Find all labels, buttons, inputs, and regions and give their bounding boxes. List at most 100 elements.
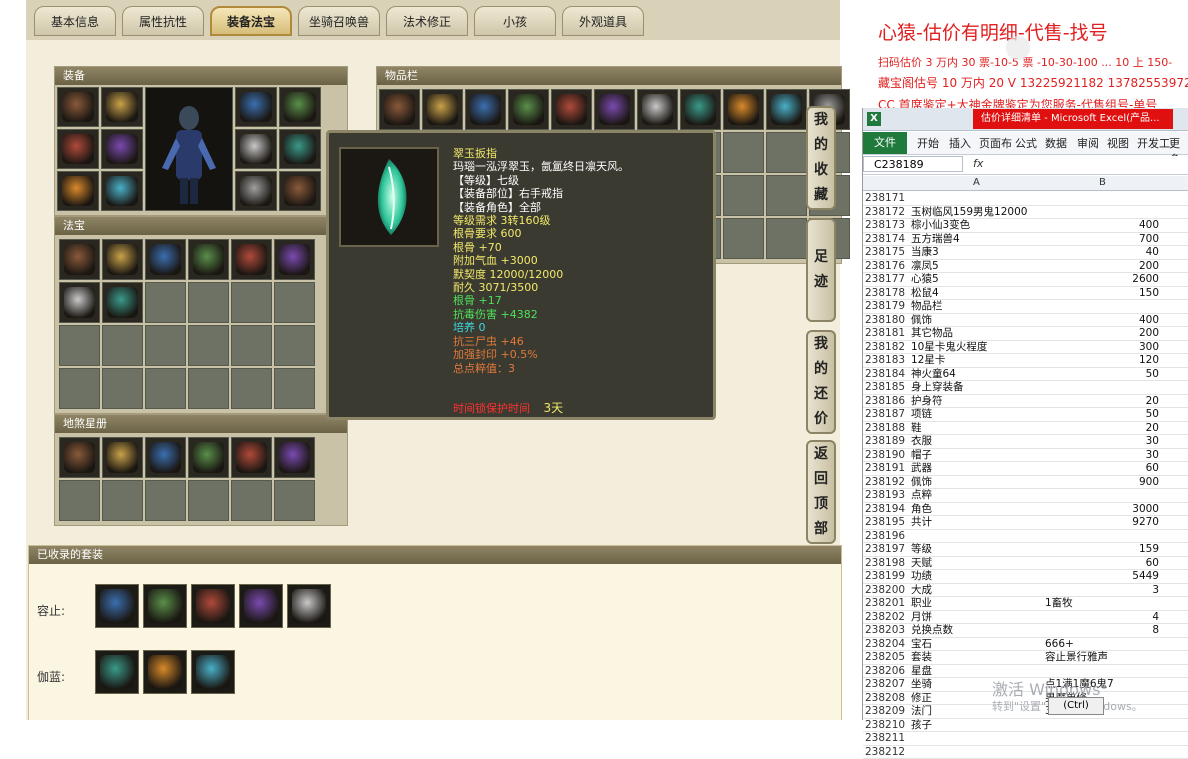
items-slot[interactable] bbox=[723, 175, 764, 216]
sheet-row[interactable]: 238179物品栏 bbox=[863, 300, 1188, 314]
suit-item[interactable] bbox=[191, 584, 235, 628]
cell-a[interactable]: 点粹 bbox=[911, 489, 932, 502]
fabao-slot[interactable] bbox=[231, 325, 272, 366]
cell-b[interactable]: 60 bbox=[1146, 462, 1159, 475]
items-slot[interactable] bbox=[594, 89, 635, 130]
cell-a[interactable]: 松鼠4 bbox=[911, 287, 939, 300]
cell-b[interactable]: 700 bbox=[1139, 233, 1159, 246]
suit-item[interactable] bbox=[287, 584, 331, 628]
cell-a[interactable]: 角色 bbox=[911, 503, 932, 516]
cell-b[interactable]: 30 bbox=[1146, 449, 1159, 462]
sheet-row[interactable]: 238193点粹 bbox=[863, 489, 1188, 503]
cell-b[interactable]: 8 bbox=[1152, 624, 1159, 637]
fabao-slot[interactable] bbox=[274, 239, 315, 280]
equip-slot[interactable] bbox=[101, 129, 143, 169]
cell-a[interactable]: 职业 bbox=[911, 597, 932, 610]
fabao-slot[interactable] bbox=[145, 282, 186, 323]
cell-a[interactable]: 兑换点数 bbox=[911, 624, 953, 637]
cell-a[interactable]: 五方瑞兽4 bbox=[911, 233, 960, 246]
ribbon-tab-9[interactable]: 开发工 bbox=[1137, 135, 1170, 151]
fabao-slot[interactable] bbox=[59, 368, 100, 409]
side-button-1[interactable]: 我的收藏 bbox=[806, 106, 836, 210]
sheet-row[interactable]: 238191武器60 bbox=[863, 462, 1188, 476]
cell-a[interactable]: 衣服 bbox=[911, 435, 932, 448]
equip-slot[interactable] bbox=[57, 87, 99, 127]
ribbon-tab-1[interactable]: 文件 bbox=[863, 132, 907, 154]
cell-b[interactable]: 3 bbox=[1152, 584, 1159, 597]
dilian-slot[interactable] bbox=[59, 437, 100, 478]
cell-b[interactable]: 666+ bbox=[1045, 638, 1074, 651]
fabao-slot[interactable] bbox=[231, 282, 272, 323]
fabao-slot[interactable] bbox=[145, 239, 186, 280]
tab-6[interactable]: 小孩 bbox=[474, 6, 556, 36]
equip-slot[interactable] bbox=[235, 171, 277, 211]
sheet-row[interactable]: 238173棕小仙3变色400 bbox=[863, 219, 1188, 233]
side-button-4[interactable]: 返回顶部 bbox=[806, 440, 836, 544]
sheet-row[interactable]: 23818312星卡120 bbox=[863, 354, 1188, 368]
fabao-slot[interactable] bbox=[102, 325, 143, 366]
items-slot[interactable] bbox=[723, 132, 764, 173]
cell-a[interactable]: 当康3 bbox=[911, 246, 939, 259]
cell-a[interactable]: 玉树临风159男鬼12000 bbox=[911, 206, 1027, 219]
equip-slot[interactable] bbox=[279, 129, 321, 169]
dilian-slot[interactable] bbox=[274, 480, 315, 521]
cell-a[interactable]: 宝石 bbox=[911, 638, 932, 651]
items-slot[interactable] bbox=[465, 89, 506, 130]
cell-a[interactable]: 护身符 bbox=[911, 395, 943, 408]
cell-b[interactable]: 40 bbox=[1146, 246, 1159, 259]
suit-item[interactable] bbox=[95, 650, 139, 694]
cell-a[interactable]: 佩饰 bbox=[911, 476, 932, 489]
equip-slot[interactable] bbox=[235, 129, 277, 169]
fabao-slot[interactable] bbox=[145, 325, 186, 366]
fx-icon[interactable]: fx bbox=[973, 157, 983, 170]
fabao-slot[interactable] bbox=[102, 368, 143, 409]
sheet-row[interactable]: 238189衣服30 bbox=[863, 435, 1188, 449]
fabao-slot[interactable] bbox=[59, 325, 100, 366]
suit-item[interactable] bbox=[239, 584, 283, 628]
fabao-slot[interactable] bbox=[188, 325, 229, 366]
cell-a[interactable]: 武器 bbox=[911, 462, 932, 475]
cell-a[interactable]: 10星卡鬼火程度 bbox=[911, 341, 987, 354]
sheet-row[interactable]: 238212 bbox=[863, 746, 1188, 759]
dilian-slot[interactable] bbox=[145, 480, 186, 521]
equip-slot[interactable] bbox=[279, 171, 321, 211]
sheet-row[interactable]: 238203兑换点数8 bbox=[863, 624, 1188, 638]
ribbon-tab-5[interactable]: 公式 bbox=[1015, 135, 1037, 151]
fabao-slot[interactable] bbox=[274, 282, 315, 323]
cell-b[interactable]: 120 bbox=[1139, 354, 1159, 367]
tab-4[interactable]: 坐骑召唤兽 bbox=[298, 6, 380, 36]
suit-item[interactable] bbox=[143, 650, 187, 694]
suit-item[interactable] bbox=[191, 650, 235, 694]
cell-a[interactable]: 共计 bbox=[911, 516, 932, 529]
sheet-row[interactable]: 238197等级159 bbox=[863, 543, 1188, 557]
sheet-row[interactable]: 238187项链50 bbox=[863, 408, 1188, 422]
cell-b[interactable]: 2600 bbox=[1132, 273, 1159, 286]
suit-item[interactable] bbox=[95, 584, 139, 628]
sheet-row[interactable]: 238188鞋20 bbox=[863, 422, 1188, 436]
sheet-row[interactable]: 238210孩子 bbox=[863, 719, 1188, 733]
ribbon-tab-2[interactable]: 开始 bbox=[917, 135, 939, 151]
fabao-slot[interactable] bbox=[274, 325, 315, 366]
column-b-header[interactable]: B bbox=[1099, 177, 1106, 188]
sheet-row[interactable]: 238192佩饰900 bbox=[863, 476, 1188, 490]
equip-slot[interactable] bbox=[101, 171, 143, 211]
ribbon-tab-4[interactable]: 页面布 bbox=[979, 135, 1012, 151]
cell-a[interactable]: 功绩 bbox=[911, 570, 932, 583]
equip-slot[interactable] bbox=[57, 171, 99, 211]
items-slot[interactable] bbox=[508, 89, 549, 130]
dilian-slot[interactable] bbox=[188, 480, 229, 521]
cell-b[interactable]: 容止景行雅声 bbox=[1045, 651, 1108, 664]
dilian-slot[interactable] bbox=[231, 480, 272, 521]
suit-item[interactable] bbox=[143, 584, 187, 628]
tab-2[interactable]: 属性抗性 bbox=[122, 6, 204, 36]
cell-a[interactable]: 天赋 bbox=[911, 557, 932, 570]
cell-a[interactable]: 月饼 bbox=[911, 611, 932, 624]
dilian-slot[interactable] bbox=[188, 437, 229, 478]
sheet-row[interactable]: 238186护身符20 bbox=[863, 395, 1188, 409]
sheet-row[interactable]: 238201职业1畜牧 bbox=[863, 597, 1188, 611]
dilian-slot[interactable] bbox=[145, 437, 186, 478]
dilian-slot[interactable] bbox=[231, 437, 272, 478]
cell-a[interactable]: 坐骑 bbox=[911, 678, 932, 691]
cell-a[interactable]: 套装 bbox=[911, 651, 932, 664]
sheet-row[interactable]: 238198天赋60 bbox=[863, 557, 1188, 571]
